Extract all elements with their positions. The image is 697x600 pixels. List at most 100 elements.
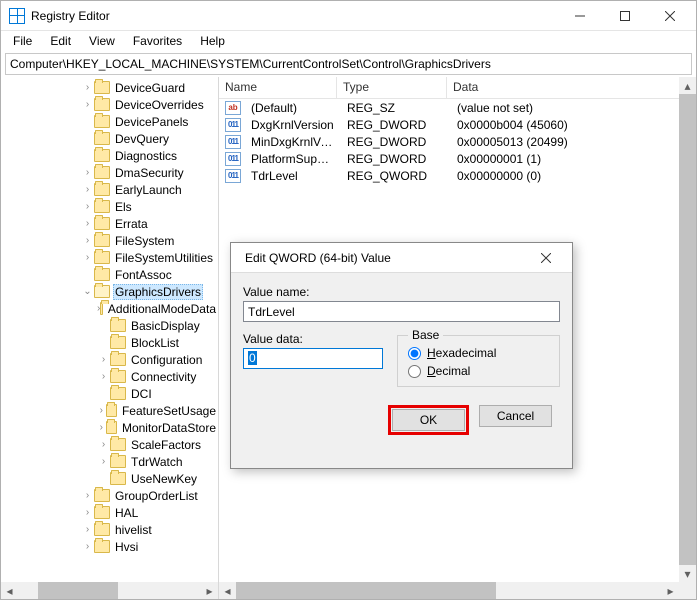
tree-item-label: BlockList [129,336,181,350]
tree-item[interactable]: BasicDisplay [1,317,218,334]
list-hscrollbar[interactable]: ◂ ▸ [219,582,679,599]
tree-item[interactable]: DevQuery [1,130,218,147]
tree-item[interactable]: ›TdrWatch [1,453,218,470]
tree-item[interactable]: › MonitorDataStore [1,419,218,436]
folder-icon [94,183,110,196]
tree-hscrollbar[interactable]: ◂ ▸ [1,582,218,599]
tree-item[interactable]: ›DeviceGuard [1,79,218,96]
dialog-close-button[interactable] [523,244,568,272]
cell-name: DxgKrnlVersion [245,118,341,132]
expand-icon[interactable]: › [97,371,110,382]
tree-item[interactable]: ›FileSystemUtilities [1,249,218,266]
tree-item[interactable]: DevicePanels [1,113,218,130]
tree-item[interactable]: ›DmaSecurity [1,164,218,181]
tree-item[interactable]: ›Connectivity [1,368,218,385]
collapse-icon[interactable]: ⌄ [81,286,94,297]
cell-data: 0x00000001 (1) [451,152,679,166]
dec-radio[interactable] [408,365,421,378]
tree-item[interactable]: ›Els [1,198,218,215]
tree-item[interactable]: ›AdditionalModeData [1,300,218,317]
value-data-input[interactable]: 0 [243,348,383,369]
expand-icon[interactable]: › [97,354,110,365]
tree-item[interactable]: DCI [1,385,218,402]
window-titlebar: Registry Editor [1,1,696,31]
tree-item[interactable]: ›HAL [1,504,218,521]
minimize-button[interactable] [557,2,602,30]
expand-icon[interactable]: › [97,405,106,416]
tree-item-label: MonitorDataStore [120,421,218,435]
scroll-up-button[interactable]: ▴ [679,77,696,94]
tree-item-label: GraphicsDrivers [113,284,203,300]
folder-icon [110,438,126,451]
tree-item[interactable]: ›GroupOrderList [1,487,218,504]
list-row[interactable]: 011TdrLevelREG_QWORD0x00000000 (0) [219,167,679,184]
expand-icon[interactable]: › [81,524,94,535]
tree-item[interactable]: ›FileSystem [1,232,218,249]
expand-icon[interactable]: › [81,167,94,178]
menu-edit[interactable]: Edit [42,32,79,50]
scroll-left-button[interactable]: ◂ [1,582,18,599]
folder-icon [110,455,126,468]
tree-item[interactable]: ›Configuration [1,351,218,368]
expand-icon[interactable]: › [81,235,94,246]
tree-item[interactable]: ›FeatureSetUsage [1,402,218,419]
scroll-right-button[interactable]: ▸ [662,582,679,599]
expand-icon[interactable]: › [81,99,94,110]
tree-item[interactable]: ›DeviceOverrides [1,96,218,113]
expand-icon[interactable]: › [97,422,106,433]
folder-icon [94,81,110,94]
list-row[interactable]: 011PlatformSuppor...REG_DWORD0x00000001 … [219,150,679,167]
menu-view[interactable]: View [81,32,123,50]
list-row[interactable]: ab(Default)REG_SZ(value not set) [219,99,679,116]
maximize-button[interactable] [602,2,647,30]
expand-icon[interactable]: › [81,490,94,501]
col-data[interactable]: Data [447,77,696,98]
hex-label[interactable]: Hexadecimal [427,346,496,360]
scroll-left-button[interactable]: ◂ [219,582,236,599]
expand-icon[interactable]: › [81,82,94,93]
close-button[interactable] [647,2,692,30]
expand-icon[interactable]: › [81,252,94,263]
expand-icon[interactable]: › [81,218,94,229]
tree-item[interactable]: ›Errata [1,215,218,232]
ok-button[interactable]: OK [392,409,465,431]
cancel-button[interactable]: Cancel [479,405,552,427]
scroll-right-button[interactable]: ▸ [201,582,218,599]
registry-tree[interactable]: ›DeviceGuard›DeviceOverridesDevicePanels… [1,77,218,582]
value-name-input[interactable] [243,301,560,322]
regedit-icon [9,8,25,24]
dialog-titlebar[interactable]: Edit QWORD (64-bit) Value [231,243,572,273]
expand-icon[interactable]: › [97,439,110,450]
expand-icon[interactable]: › [97,456,110,467]
expand-icon[interactable]: › [81,541,94,552]
list-vscrollbar[interactable]: ▴ ▾ [679,77,696,582]
tree-item[interactable]: › Hvsi [1,538,218,555]
menu-help[interactable]: Help [192,32,233,50]
scroll-down-button[interactable]: ▾ [679,565,696,582]
address-bar[interactable]: Computer\HKEY_LOCAL_MACHINE\SYSTEM\Curre… [5,53,692,75]
tree-item-label: Hvsi [113,540,140,554]
dec-label[interactable]: Decimal [427,364,470,378]
menu-file[interactable]: File [5,32,40,50]
hex-radio[interactable] [408,347,421,360]
col-name[interactable]: Name [219,77,337,98]
folder-icon [94,285,110,298]
tree-item[interactable]: ⌄ GraphicsDrivers [1,283,218,300]
list-row[interactable]: 011DxgKrnlVersionREG_DWORD0x0000b004 (45… [219,116,679,133]
tree-item[interactable]: ›hivelist [1,521,218,538]
expand-icon[interactable]: › [81,201,94,212]
col-type[interactable]: Type [337,77,447,98]
tree-item[interactable]: FontAssoc [1,266,218,283]
menu-favorites[interactable]: Favorites [125,32,190,50]
expand-icon[interactable]: › [81,184,94,195]
tree-item[interactable]: ›ScaleFactors [1,436,218,453]
tree-item[interactable]: Diagnostics [1,147,218,164]
folder-icon [106,421,117,434]
folder-icon [94,251,110,264]
list-row[interactable]: 011MinDxgKrnlVersi...REG_DWORD0x00005013… [219,133,679,150]
expand-icon[interactable]: › [81,507,94,518]
folder-icon [110,336,126,349]
tree-item[interactable]: ›EarlyLaunch [1,181,218,198]
tree-item[interactable]: BlockList [1,334,218,351]
tree-item[interactable]: UseNewKey [1,470,218,487]
